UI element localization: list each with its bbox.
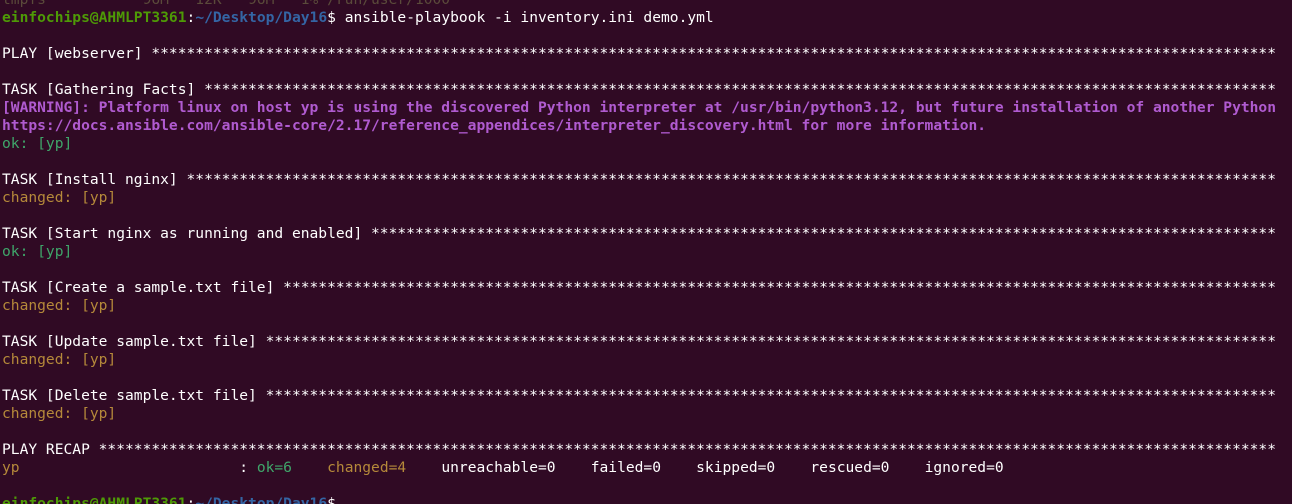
recap-rest: unreachable=0 failed=0 skipped=0 rescued… <box>406 459 1004 476</box>
prompt-colon: : <box>186 9 196 26</box>
recap-host: yp <box>2 459 240 476</box>
task-header: TASK [Gathering Facts] *****************… <box>2 81 1276 98</box>
task-status-changed: changed: [yp] <box>2 405 117 422</box>
task-status-changed: changed: [yp] <box>2 351 117 368</box>
task-header: TASK [Create a sample.txt file] ********… <box>2 279 1276 296</box>
warning-line: [WARNING]: Platform linux on host yp is … <box>2 99 1276 116</box>
recap-gap <box>292 459 327 476</box>
task-header: TASK [Start nginx as running and enabled… <box>2 225 1276 242</box>
prompt-symbol: $ <box>327 495 336 504</box>
recap-row: yp : ok=6 changed=4 unreachable=0 failed… <box>0 459 1292 477</box>
warning-link-line[interactable]: https://docs.ansible.com/ansible-core/2.… <box>0 117 1292 135</box>
task-status-changed: changed: [yp] <box>2 297 117 314</box>
task-header: TASK [Install nginx] *******************… <box>2 171 1276 188</box>
previous-output-line: tmpfs 96M 12K 96M 1% /run/user/1000 <box>0 0 1292 9</box>
prompt-path: ~/Desktop/Day16 <box>195 9 328 26</box>
task-header: TASK [Update sample.txt file] **********… <box>2 333 1276 350</box>
command-text: ansible-playbook -i inventory.ini demo.y… <box>335 9 714 26</box>
final-prompt-line[interactable]: einfochips@AHMLPT3361:~/Desktop/Day16$ <box>0 495 1292 504</box>
command-prompt-line: einfochips@AHMLPT3361:~/Desktop/Day16$ a… <box>0 9 1292 27</box>
prompt-user-host: einfochips@AHMLPT3361 <box>2 495 187 504</box>
task-status-changed: changed: [yp] <box>2 189 117 206</box>
recap-separator: : <box>239 459 257 476</box>
prompt-path: ~/Desktop/Day16 <box>195 495 328 504</box>
task-status-ok: ok: [yp] <box>2 135 73 152</box>
play-header: PLAY [webserver] ***********************… <box>2 45 1276 62</box>
prompt-symbol: $ <box>327 9 336 26</box>
terminal-window[interactable]: tmpfs 96M 12K 96M 1% /run/user/1000 einf… <box>0 0 1292 504</box>
prompt-user-host: einfochips@AHMLPT3361 <box>2 9 187 26</box>
recap-changed: changed=4 <box>327 459 407 476</box>
prompt-colon: : <box>186 495 196 504</box>
recap-header: PLAY RECAP *****************************… <box>2 441 1276 458</box>
task-status-ok: ok: [yp] <box>2 243 73 260</box>
recap-ok: ok=6 <box>256 459 292 476</box>
task-header: TASK [Delete sample.txt file] **********… <box>2 387 1276 404</box>
